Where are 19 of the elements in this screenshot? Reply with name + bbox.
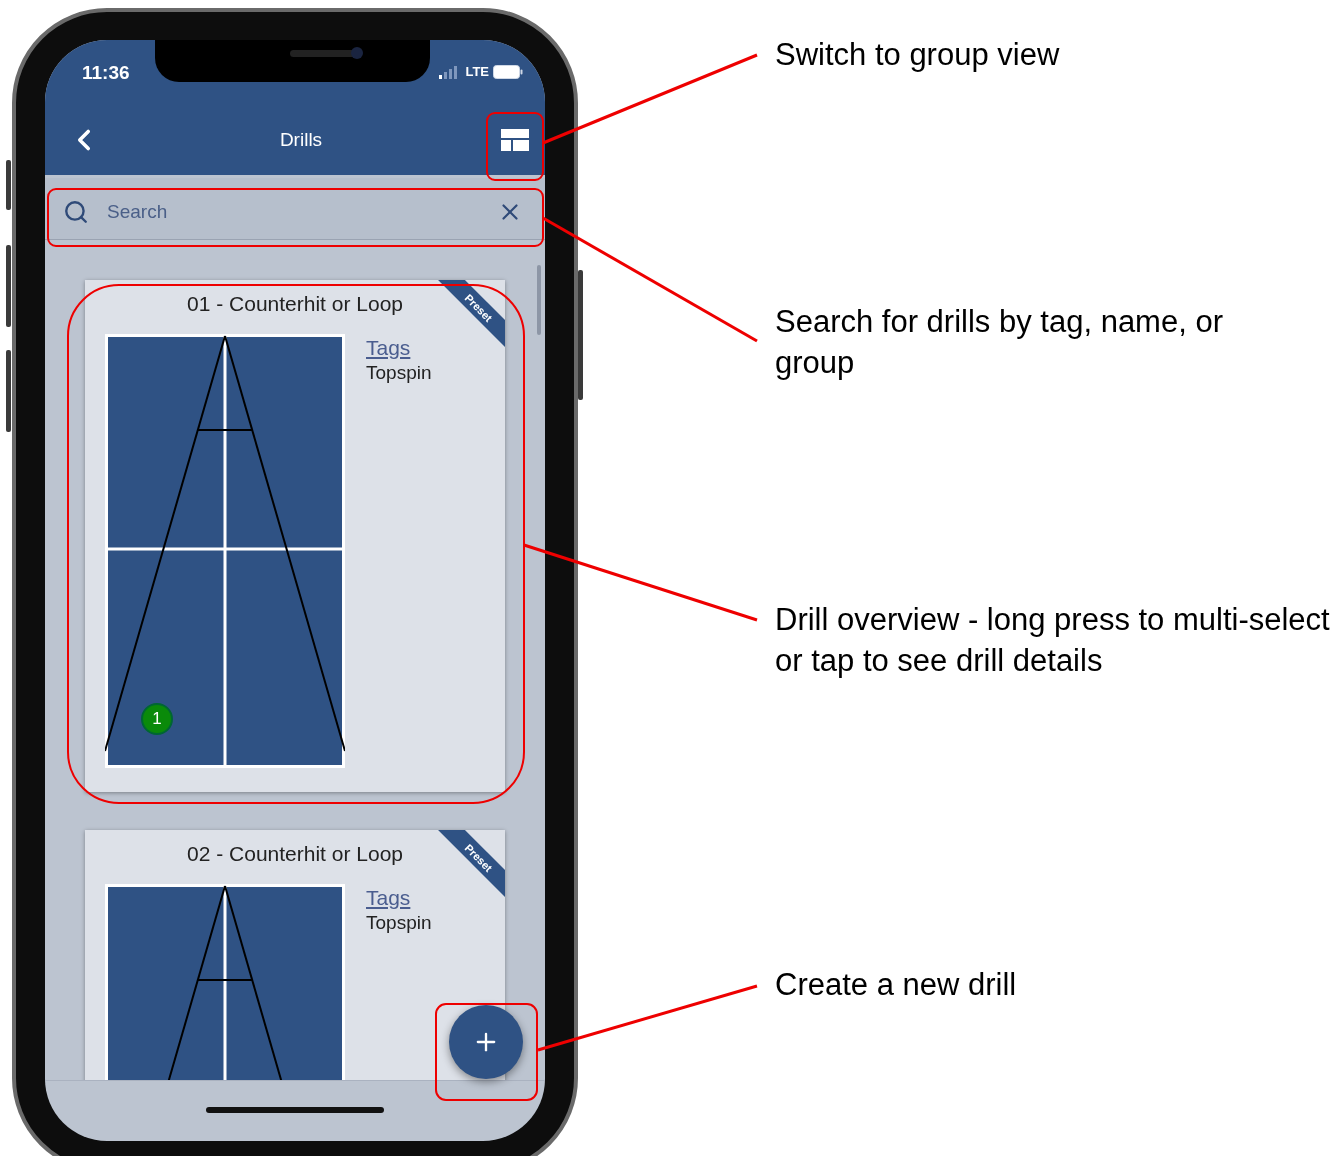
drill-title: 01 - Counterhit or Loop — [187, 292, 403, 316]
group-view-highlight — [486, 112, 544, 181]
search-input[interactable]: Search — [105, 199, 477, 224]
screen-title: Drills — [279, 129, 323, 151]
annotation-text: Drill overview - long press to multi-select or tap to see drill details — [775, 601, 1331, 680]
search-icon — [63, 198, 89, 225]
tag-text: Topspin — [366, 362, 432, 384]
tags-link[interactable]: Tags — [366, 336, 432, 360]
network-label: LTE — [465, 64, 489, 79]
annotation-text: Switch to group view — [775, 36, 1061, 74]
scrollbar-thumb — [537, 265, 541, 335]
annotation-text: Create a new drill — [775, 966, 1018, 1004]
tags-link[interactable]: Tags — [366, 886, 432, 910]
annotation-text: Search for drills by tag, name, or group — [775, 303, 1224, 382]
drill-title: 02 - Counterhit or Loop — [187, 842, 403, 866]
tag-text: Topspin — [366, 912, 432, 934]
battery-icon — [493, 64, 523, 79]
status-time: 11:36 — [82, 61, 130, 84]
search-field[interactable]: Search — [45, 178, 545, 240]
